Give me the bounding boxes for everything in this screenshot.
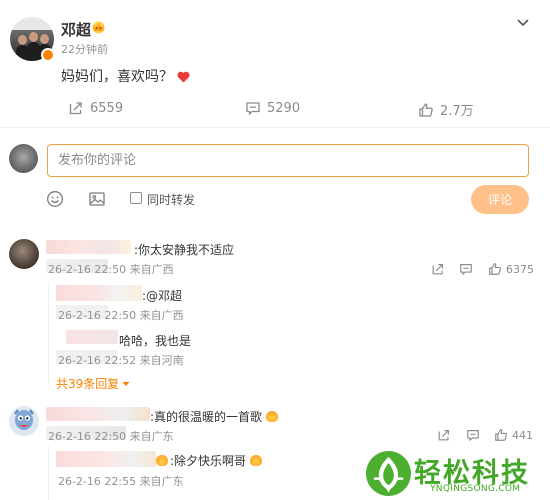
comment-share-button[interactable] (437, 428, 451, 442)
post-text-content: 妈妈们，喜欢吗？ (61, 69, 173, 85)
blurred-username (46, 240, 131, 254)
comment-reply-button[interactable] (459, 262, 473, 276)
verified-badge-icon (41, 48, 55, 62)
reply-thread-line (48, 446, 49, 500)
blurred-username (56, 451, 156, 467)
comment-text-content: :真的很温暖的一首歌 (150, 410, 263, 424)
repost-button[interactable]: 6559 (68, 100, 123, 116)
reply-thread-line (48, 282, 49, 385)
share-icon (438, 430, 449, 441)
emoji-icon (265, 411, 278, 422)
comment-time-location: 26-2-16 22:50 来自广西 (48, 263, 174, 276)
comment-button[interactable]: 5290 (245, 100, 300, 116)
comment-input[interactable] (47, 144, 529, 177)
author-name[interactable]: 邓超 (61, 19, 91, 40)
post-time: 22分钟前 (61, 43, 108, 56)
comment-count: 5290 (267, 100, 301, 116)
reply-text: :除夕快乐啊哥 (156, 452, 262, 469)
comment-text: :你太安静我不适应 (134, 243, 235, 257)
watermark-subtitle: YNQINGSONG.COM (430, 484, 521, 494)
caret-down-icon (122, 381, 130, 386)
reply-time-location: 26-2-16 22:50 来自广西 (58, 309, 184, 322)
image-icon[interactable] (88, 190, 106, 208)
current-user-avatar[interactable] (9, 144, 38, 173)
thumbs-up-icon (495, 429, 507, 441)
comment-reply-button[interactable] (466, 428, 480, 442)
comment-icon (246, 102, 260, 115)
comment-like-count: 6375 (506, 262, 534, 276)
heart-emoji-icon (177, 71, 190, 83)
cartoon-avatar-icon (14, 409, 34, 430)
blurred-username (46, 407, 150, 421)
comment-text: :真的很温暖的一首歌 (150, 408, 278, 425)
blurred-username (66, 330, 118, 344)
submit-comment-button[interactable]: 评论 (471, 185, 529, 214)
comment-time-location: 26-2-16 22:50 来自广东 (48, 430, 174, 443)
comment-like-count: 441 (512, 428, 533, 442)
view-more-replies-link[interactable]: 共39条回复 (56, 375, 130, 392)
repost-checkbox[interactable] (130, 192, 142, 204)
emoji-icon (249, 455, 262, 466)
reply-time-location: 26-2-16 22:55 来自广东 (58, 475, 184, 488)
commenter-avatar[interactable] (9, 406, 39, 436)
commenter-avatar[interactable] (9, 239, 39, 269)
crown-badge-icon (92, 21, 105, 34)
share-icon (69, 102, 82, 115)
thumbs-up-icon (419, 102, 433, 117)
divider (0, 127, 550, 128)
chevron-down-icon[interactable] (516, 16, 530, 30)
reply-text-content: :除夕快乐啊哥 (170, 454, 247, 468)
comment-icon (467, 430, 479, 441)
reply-time-location: 26-2-16 22:52 来自河南 (58, 354, 184, 367)
more-replies-label: 共39条回复 (56, 377, 120, 391)
reply-text: :@邓超 (142, 287, 182, 304)
thumbs-up-icon (489, 263, 501, 275)
repost-count: 6559 (90, 100, 124, 116)
share-icon (432, 264, 443, 275)
comment-like-button[interactable]: 441 (494, 428, 533, 442)
repost-checkbox-label[interactable]: 同时转发 (147, 191, 195, 208)
watermark-logo-icon (366, 451, 411, 496)
emoji-icon[interactable] (46, 190, 64, 208)
comment-icon (460, 264, 472, 275)
emoji-icon (156, 455, 168, 466)
blurred-username (56, 285, 142, 301)
like-button[interactable]: 2.7万 (418, 100, 474, 119)
reply-text-content: :@邓超 (142, 289, 183, 303)
reply-text: 哈哈，我也是 (119, 334, 192, 348)
post-text: 妈妈们，喜欢吗？ (61, 66, 190, 86)
comment-like-button[interactable]: 6375 (488, 262, 534, 276)
like-count: 2.7万 (440, 104, 474, 119)
comment-share-button[interactable] (431, 262, 445, 276)
